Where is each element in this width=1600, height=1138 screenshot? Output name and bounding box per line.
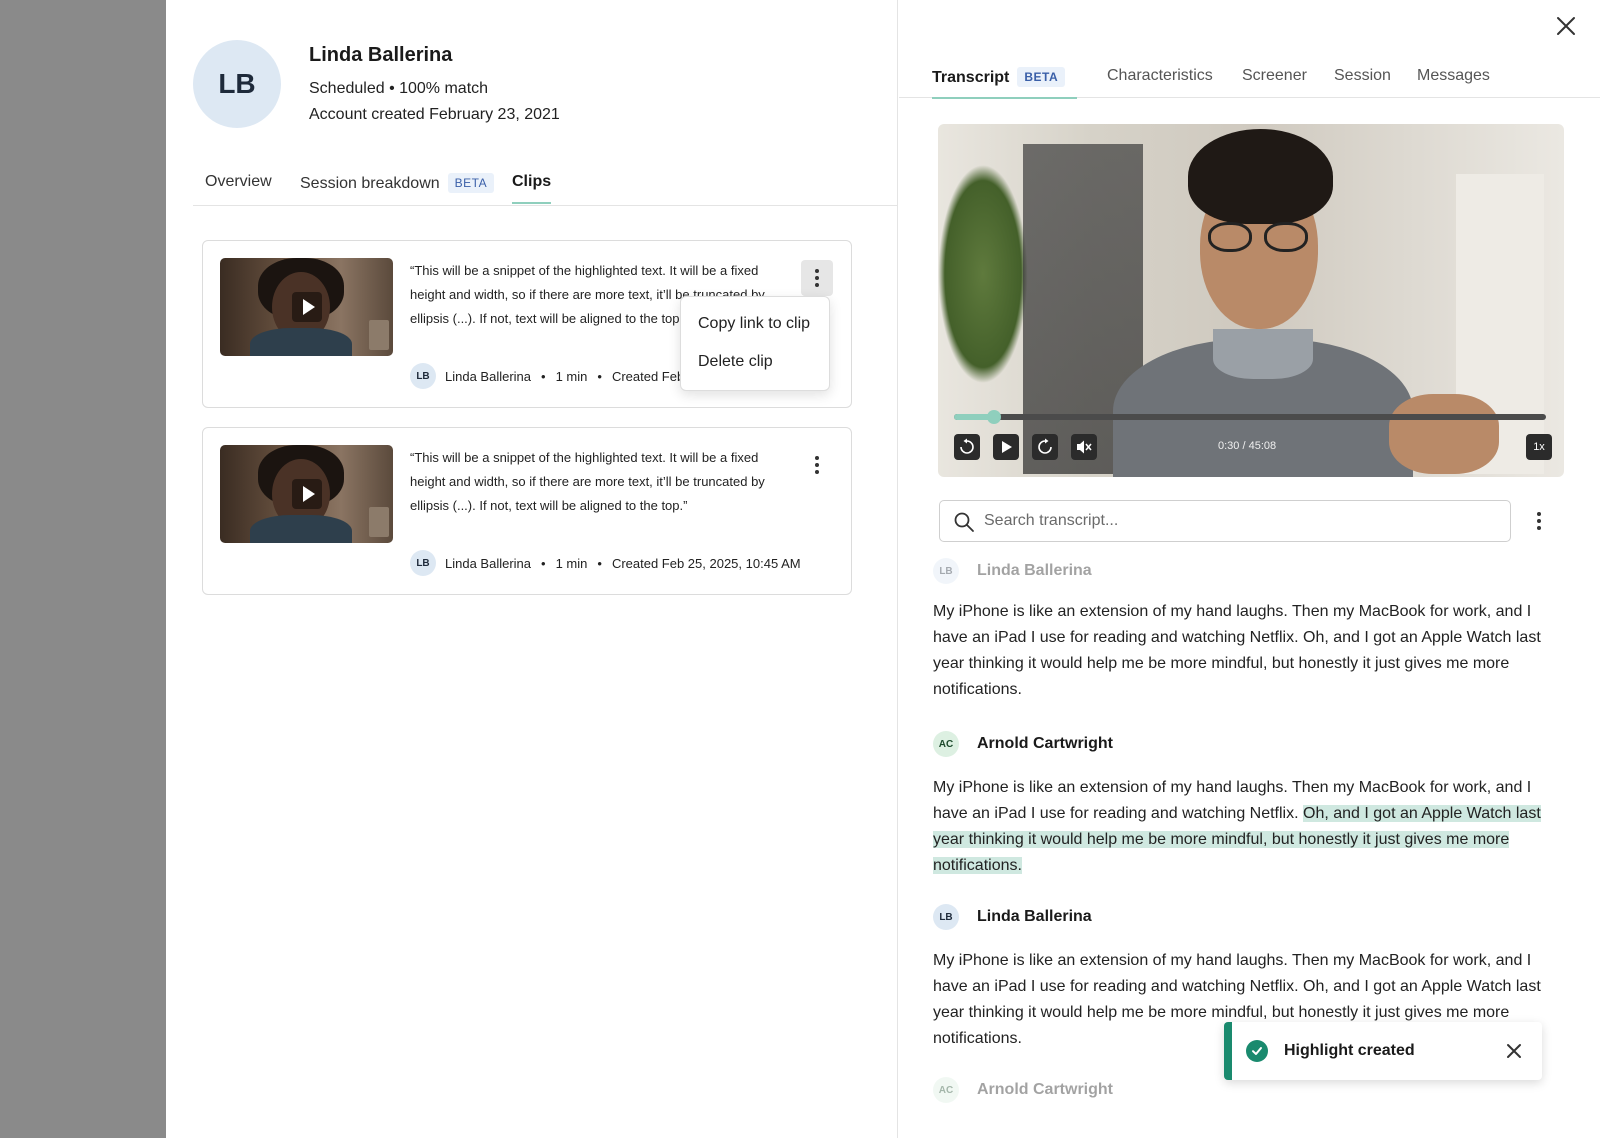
tab-session-breakdown[interactable]: Session breakdown BETA	[300, 173, 495, 204]
avatar: LB	[933, 558, 959, 584]
clip-actions-menu: Copy link to clip Delete clip	[680, 296, 830, 391]
play-icon[interactable]	[292, 479, 322, 509]
clip-thumbnail[interactable]	[220, 445, 393, 543]
detail-tabs: Transcript BETA Characteristics Screener …	[899, 58, 1600, 99]
avatar: AC	[933, 1077, 959, 1103]
clip-more-button[interactable]	[801, 447, 833, 483]
participant-name: Linda Ballerina	[309, 44, 453, 66]
transcript-text-block: My iPhone is like an extension of my han…	[933, 599, 1563, 703]
speaker-name: Linda Ballerina	[977, 908, 1092, 925]
clip-card: “This will be a snippet of the highlight…	[202, 427, 852, 595]
transcript-text: My iPhone is like an extension of my han…	[933, 775, 1563, 879]
speaker-name: Arnold Cartwright	[977, 735, 1113, 752]
avatar: AC	[933, 731, 959, 757]
separator-dot: •	[597, 368, 602, 384]
separator-dot: •	[541, 555, 546, 571]
play-icon[interactable]	[292, 292, 322, 322]
check-circle-icon	[1246, 1040, 1268, 1062]
beta-badge: BETA	[1017, 67, 1066, 87]
transcript-search	[939, 500, 1511, 542]
clip-author: Linda Ballerina	[445, 555, 532, 571]
forward-button[interactable]	[1032, 434, 1058, 460]
rewind-button[interactable]	[954, 434, 980, 460]
clip-duration: 1 min	[555, 368, 588, 384]
account-created: Account created February 23, 2021	[309, 106, 560, 123]
clip-created: Created Feb 25, 2025, 10:45 AM	[611, 555, 801, 571]
video-progress-bar[interactable]	[954, 410, 1546, 424]
clip-duration: 1 min	[555, 555, 588, 571]
more-vertical-icon	[815, 276, 819, 280]
tab-screener[interactable]: Screener	[1242, 67, 1307, 95]
mute-icon	[1077, 440, 1092, 454]
video-scrubber-handle[interactable]	[986, 410, 1001, 424]
tab-transcript-label: Transcript	[932, 69, 1010, 86]
speaker-name: Linda Ballerina	[977, 562, 1092, 579]
session-video-player[interactable]: 0:30 / 45:08 1x	[938, 124, 1564, 477]
play-button[interactable]	[993, 434, 1019, 460]
mute-button[interactable]	[1071, 434, 1097, 460]
transcript-entry: AC Arnold Cartwright	[933, 1077, 1563, 1103]
avatar: LB	[410, 550, 436, 576]
participant-tabs: Overview Session breakdown BETA Clips	[193, 168, 898, 206]
forward-10-icon	[1038, 438, 1052, 454]
participant-avatar: LB	[193, 40, 281, 128]
play-icon	[1002, 441, 1012, 453]
tab-session[interactable]: Session	[1334, 67, 1391, 95]
delete-clip-menu-item[interactable]: Delete clip	[681, 343, 829, 381]
speaker-name: Arnold Cartwright	[977, 1081, 1113, 1098]
tab-clips-label: Clips	[512, 173, 552, 190]
participant-details-pane: LB Linda Ballerina Scheduled • 100% matc…	[166, 0, 898, 1138]
clip-more-button[interactable]	[801, 260, 833, 296]
tab-clips[interactable]: Clips	[512, 173, 552, 204]
separator-dot: •	[597, 555, 602, 571]
search-icon	[954, 512, 974, 532]
separator-dot: •	[541, 368, 546, 384]
participant-status: Scheduled • 100% match	[309, 80, 489, 97]
avatar: LB	[410, 363, 436, 389]
toast-close-button[interactable]	[1504, 1041, 1524, 1061]
copy-link-menu-item[interactable]: Copy link to clip	[681, 305, 829, 343]
transcript-entry: AC Arnold Cartwright My iPhone is like an…	[933, 731, 1563, 879]
tab-overview-label: Overview	[205, 173, 272, 190]
clip-author: Linda Ballerina	[445, 368, 532, 384]
clip-snippet: “This will be a snippet of the highlight…	[410, 450, 765, 513]
transcript-header-partial: LB Linda Ballerina	[933, 558, 1563, 584]
beta-badge: BETA	[447, 173, 495, 193]
rewind-10-icon	[960, 438, 974, 454]
tab-session-breakdown-label: Session breakdown	[300, 175, 440, 192]
video-time: 0:30 / 45:08	[1218, 440, 1277, 452]
avatar: LB	[933, 904, 959, 930]
clip-thumbnail[interactable]	[220, 258, 393, 356]
search-input[interactable]	[984, 510, 1484, 532]
toast-message: Highlight created	[1284, 1042, 1415, 1059]
close-button[interactable]	[1554, 14, 1578, 38]
more-vertical-icon	[1537, 519, 1541, 523]
playback-rate-button[interactable]: 1x	[1526, 434, 1552, 460]
tab-characteristics[interactable]: Characteristics	[1107, 67, 1213, 95]
transcript-text: My iPhone is like an extension of my han…	[933, 603, 1541, 698]
close-icon	[1557, 17, 1575, 35]
more-vertical-icon	[815, 463, 819, 467]
modal-backdrop[interactable]	[0, 0, 166, 1138]
transcript-pane: Transcript BETA Characteristics Screener …	[899, 0, 1600, 1138]
participant-panel: LB Linda Ballerina Scheduled • 100% matc…	[166, 0, 1600, 1138]
tab-transcript[interactable]: Transcript BETA	[932, 67, 1078, 99]
toast-notification: Highlight created	[1224, 1022, 1542, 1080]
transcript-more-button[interactable]	[1527, 503, 1551, 539]
clip-meta: LB Linda Ballerina • 1 min • Created Feb…	[410, 550, 801, 576]
tab-messages[interactable]: Messages	[1417, 67, 1490, 95]
close-icon	[1507, 1044, 1521, 1058]
tab-overview[interactable]: Overview	[205, 173, 272, 202]
